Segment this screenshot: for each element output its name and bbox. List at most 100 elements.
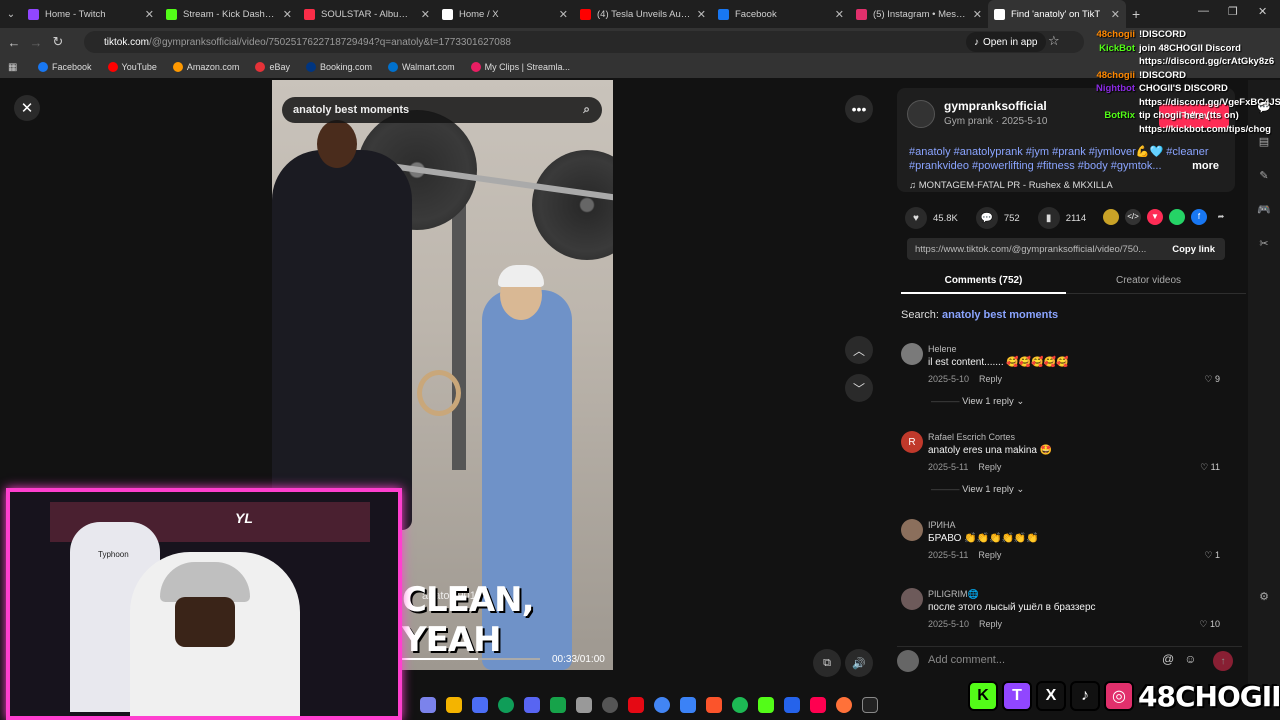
reload-icon[interactable]: ↻ [47,34,69,50]
coin-icon[interactable] [1103,209,1119,225]
commenter-avatar[interactable] [901,519,923,541]
kick-app-icon[interactable] [758,697,774,713]
next-video-icon[interactable]: ﹀ [845,374,873,402]
bookmark-star-icon[interactable]: ☆ [1048,33,1060,49]
comment-like-button[interactable]: ♡ 11 [1200,462,1220,473]
tab-comments[interactable]: Comments (752) [901,275,1066,294]
notes-icon[interactable]: ✎ [1248,169,1280,182]
reply-button[interactable]: Reply [978,550,1001,560]
view-replies-button[interactable]: ——— View 1 reply ⌄ [931,396,1024,407]
back-icon[interactable]: ← [3,35,25,50]
bookmark-item[interactable]: eBay [255,62,290,72]
share-link-box[interactable]: https://www.tiktok.com/@gympranksofficia… [907,238,1225,260]
browser-tab[interactable]: Find 'anatoly' on TikT ✕ [988,0,1126,28]
firefox-icon[interactable] [836,697,852,713]
close-video-button[interactable]: ✕ [14,95,40,121]
send-to-friends-icon[interactable]: ▼ [1147,209,1163,225]
music-link[interactable]: ♫ MONTAGEM-FATAL PR - Rushex & MKXILLA [909,180,1113,191]
browser-tab[interactable]: SOULSTAR - Album by BC ✕ [298,0,436,28]
save-button[interactable]: ▮ 2114 [1037,207,1086,229]
apps-grid-icon[interactable]: ▦ [8,62,17,73]
commenter-avatar[interactable] [901,343,923,365]
tab-search-icon[interactable]: ⌄ [0,9,22,20]
reply-button[interactable]: Reply [978,462,1001,472]
browser-tab[interactable]: Home - Twitch ✕ [22,0,160,28]
view-replies-button[interactable]: ——— View 1 reply ⌄ [931,484,1024,495]
close-tab-icon[interactable]: ✕ [1111,8,1120,21]
gamepad-icon[interactable]: 🎮 [1248,203,1280,216]
like-button[interactable]: ♥ 45.8K [905,207,958,229]
teams-icon[interactable] [420,697,436,713]
tiktok-app-icon[interactable] [810,697,826,713]
more-options-icon[interactable]: ••• [845,95,873,123]
volume-icon[interactable]: 🔊 [845,649,873,677]
open-in-app-button[interactable]: ♪ Open in app [966,32,1046,52]
search-icon[interactable]: ⌕ [583,102,590,117]
edge-icon[interactable] [498,697,514,713]
close-tab-icon[interactable]: ✕ [283,8,292,21]
close-tab-icon[interactable]: ✕ [973,8,982,21]
restore-icon[interactable]: ❐ [1228,5,1238,18]
discord-icon[interactable] [524,697,540,713]
minimize-icon[interactable]: — [1198,5,1209,17]
tools-icon[interactable]: ✂ [1248,237,1280,250]
previous-video-icon[interactable]: ︿ [845,336,873,364]
comment-search-suggestion[interactable]: Search: anatoly best moments [901,309,1058,321]
chrome-icon[interactable] [654,697,670,713]
author-avatar[interactable] [907,100,935,128]
bookmark-item[interactable]: Booking.com [305,62,372,72]
close-tab-icon[interactable]: ✕ [145,8,154,21]
more-caption-button[interactable]: more [1192,159,1219,173]
video-search-box[interactable]: anatoly best moments ⌕ [282,97,602,123]
commenter-avatar[interactable] [901,588,923,610]
spotify-icon[interactable] [732,697,748,713]
emoji-icon[interactable]: ☺ [1184,652,1196,666]
forward-icon[interactable]: → [25,35,47,50]
browser-tab[interactable]: Home / X ✕ [436,0,574,28]
picture-in-picture-icon[interactable]: ⧉ [813,649,841,677]
comment-like-button[interactable]: ♡ 1 [1204,550,1220,561]
browser-tab[interactable]: (5) Instagram • Messages ✕ [850,0,988,28]
url-input[interactable]: tiktok.com/@gympranksofficial/video/7502… [84,31,1084,53]
copy-link-button[interactable]: Copy link [1172,244,1215,255]
tab-creator-videos[interactable]: Creator videos [1066,275,1231,286]
share-arrow-icon[interactable]: ➦ [1213,209,1229,225]
bookmark-item[interactable]: Facebook [38,62,92,72]
netflix-icon[interactable] [628,697,644,713]
obs-icon[interactable] [602,697,618,713]
whatsapp-icon[interactable] [1169,209,1185,225]
comment-button[interactable]: 💬 752 [975,207,1020,229]
author-username[interactable]: gympranksofficial [944,99,1047,113]
video-progress-bar[interactable] [402,658,540,660]
close-window-icon[interactable]: ✕ [1258,5,1267,18]
new-tab-button[interactable]: + [1132,6,1140,22]
photos-icon[interactable] [576,697,592,713]
close-tab-icon[interactable]: ✕ [559,8,568,21]
embed-icon[interactable]: </> [1125,209,1141,225]
commenter-name[interactable]: Helene [928,344,957,354]
add-comment-input[interactable]: Add comment... [928,650,1188,672]
reply-button[interactable]: Reply [979,619,1002,629]
app-icon[interactable] [784,697,800,713]
comment-like-button[interactable]: ♡ 9 [1204,374,1220,385]
brave-icon[interactable] [706,697,722,713]
commenter-avatar[interactable]: R [901,431,923,453]
commenter-name[interactable]: PILIGRIM🌐 [928,589,979,600]
bookmark-item[interactable]: My Clips | Streamla... [470,62,570,72]
bookmark-item[interactable]: YouTube [107,62,157,72]
capcut-icon[interactable] [680,697,696,713]
commenter-name[interactable]: Rafael Escrich Cortes [928,432,1015,442]
facebook-share-icon[interactable]: f [1191,209,1207,225]
reply-button[interactable]: Reply [979,374,1002,384]
bookmark-item[interactable]: Amazon.com [172,62,239,72]
xbox-icon[interactable] [550,697,566,713]
settings-icon[interactable]: ⚙ [1248,590,1280,603]
close-tab-icon[interactable]: ✕ [697,8,706,21]
close-tab-icon[interactable]: ✕ [421,8,430,21]
close-tab-icon[interactable]: ✕ [835,8,844,21]
commenter-name[interactable]: ІРИНА [928,520,955,530]
comment-like-button[interactable]: ♡ 10 [1199,619,1220,630]
reading-list-icon[interactable]: ▤ [1248,135,1280,148]
browser-tab[interactable]: Stream - Kick Dashboard ✕ [160,0,298,28]
file-explorer-icon[interactable] [446,697,462,713]
